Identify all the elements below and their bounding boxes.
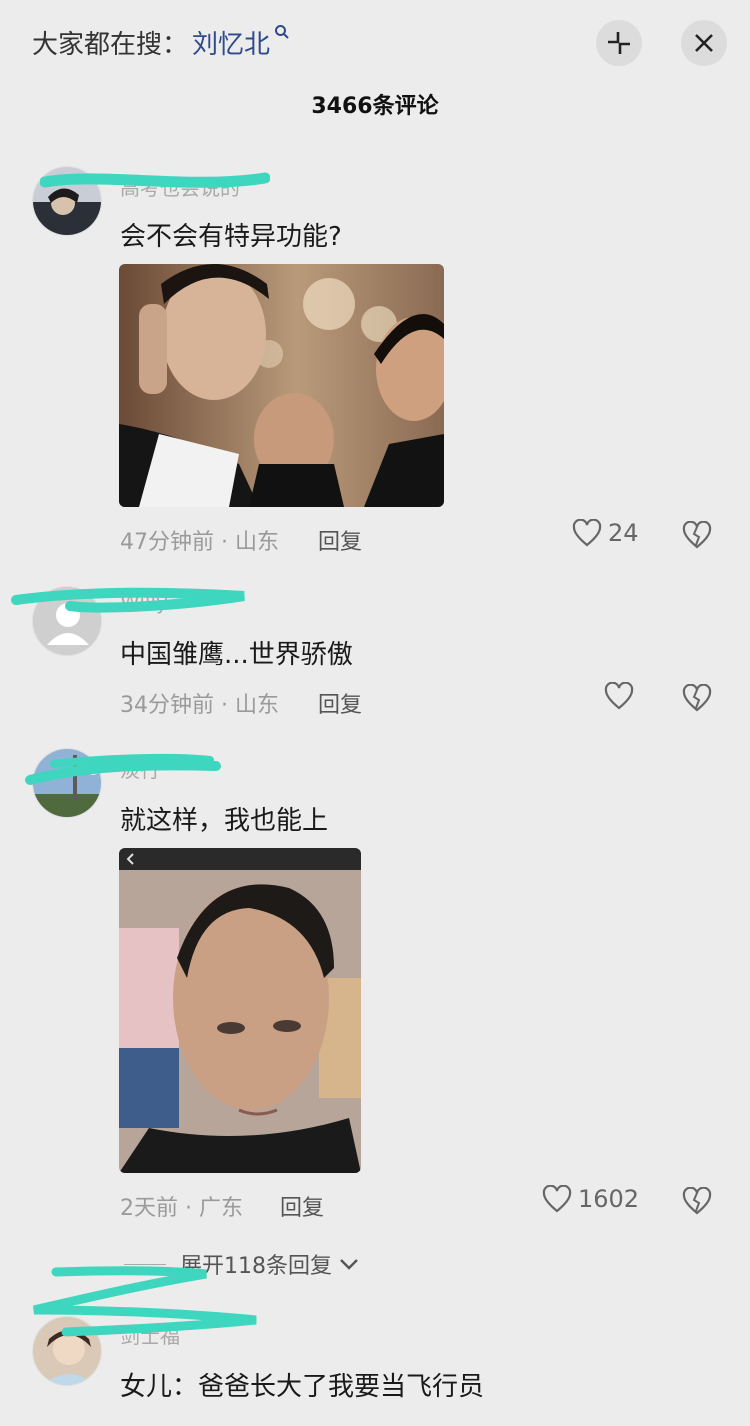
search-icon	[274, 24, 290, 45]
collapse-icon	[608, 32, 630, 54]
reply-button[interactable]: 回复	[318, 524, 362, 556]
expand-replies-button[interactable]: 展开118条回复	[124, 1248, 360, 1280]
search-suggestion[interactable]: 大家都在搜： 刘忆北	[32, 24, 290, 61]
avatar[interactable]	[32, 748, 102, 818]
like-button[interactable]	[604, 682, 640, 710]
comment-count: 3466条评论	[311, 94, 439, 119]
comment-text: 女儿：爸爸长大了我要当飞行员	[120, 1372, 485, 1402]
avatar[interactable]	[32, 166, 102, 236]
comment-meta: 34分钟前 · 山东	[120, 693, 279, 718]
collapse-button[interactable]	[596, 20, 642, 66]
comment-image[interactable]	[119, 264, 444, 507]
like-count: 1602	[578, 1185, 640, 1213]
heart-icon	[604, 682, 634, 710]
comment-text: 中国雏鹰...世界骄傲	[120, 640, 353, 670]
username[interactable]: 淡行	[120, 754, 160, 783]
reply-button[interactable]: 回复	[318, 687, 362, 719]
reply-button[interactable]: 回复	[280, 1190, 324, 1222]
like-count: 24	[608, 519, 639, 547]
search-prefix: 大家都在搜：	[32, 30, 189, 60]
comment-meta: 47分钟前 · 山东	[120, 530, 279, 555]
username[interactable]: 剑士福	[120, 1320, 180, 1349]
dislike-button[interactable]	[682, 683, 712, 716]
username[interactable]: Willy	[120, 590, 168, 614]
comment-text: 会不会有特异功能?	[120, 222, 342, 252]
avatar[interactable]	[32, 586, 102, 656]
username[interactable]: 高考也会说的	[120, 172, 240, 201]
divider	[124, 1263, 166, 1265]
chevron-down-icon	[340, 1259, 358, 1270]
broken-heart-icon	[682, 683, 712, 712]
broken-heart-icon	[682, 520, 712, 549]
close-icon	[695, 34, 713, 52]
broken-heart-icon	[682, 1186, 712, 1215]
heart-icon	[542, 1185, 572, 1213]
dislike-button[interactable]	[682, 1186, 712, 1219]
like-button[interactable]: 1602	[542, 1185, 639, 1213]
like-button[interactable]: 24	[572, 519, 639, 547]
heart-icon	[572, 519, 602, 547]
comment-meta: 2天前 · 广东	[120, 1196, 243, 1221]
dislike-button[interactable]	[682, 520, 712, 553]
search-keyword[interactable]: 刘忆北	[192, 24, 270, 61]
close-button[interactable]	[681, 20, 727, 66]
comment-text: 就这样，我也能上	[120, 806, 329, 836]
avatar[interactable]	[32, 1316, 102, 1386]
top-bar: 大家都在搜： 刘忆北 3466条评论	[0, 0, 750, 119]
comment-video-thumbnail[interactable]	[119, 848, 361, 1173]
expand-replies-label: 展开118条回复	[180, 1254, 332, 1279]
